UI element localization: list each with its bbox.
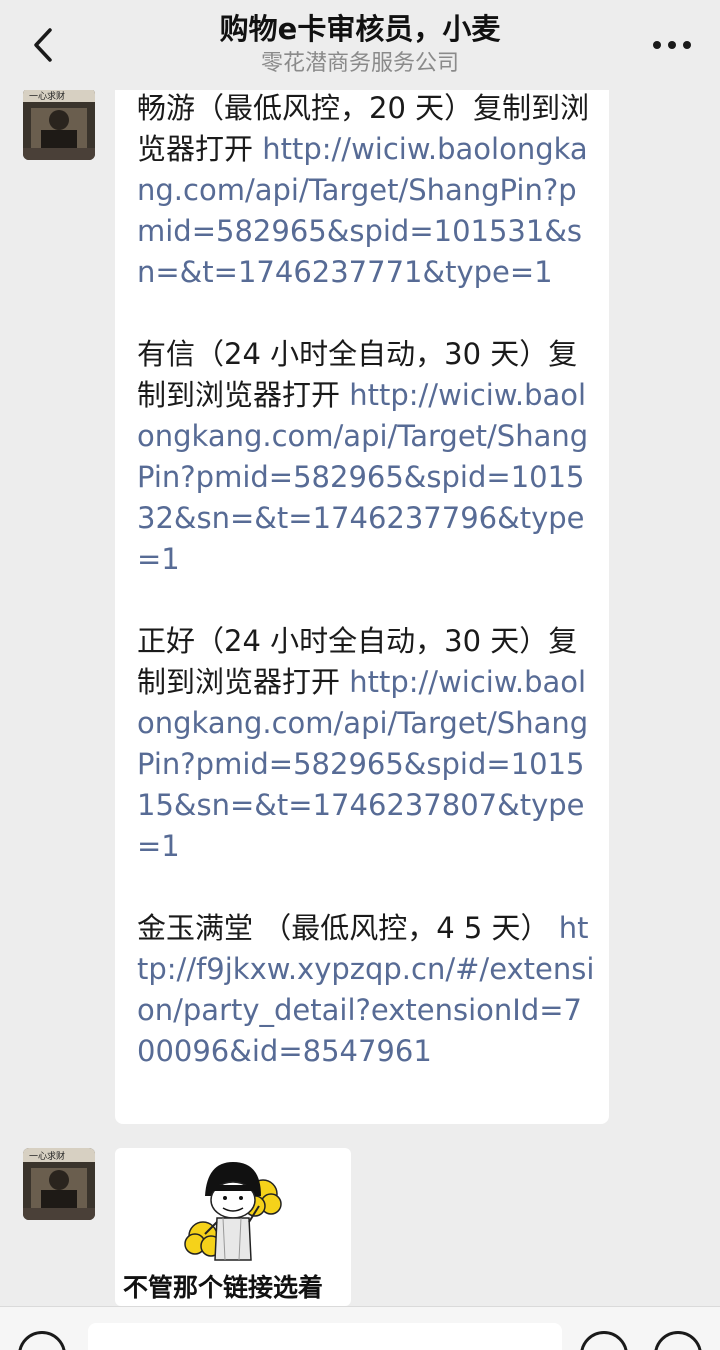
avatar[interactable]: 一心求财 xyxy=(23,90,95,160)
message-paragraph: 金玉满堂 （最低风控，4 5 天） http://f9jkxw.xypzqp.c… xyxy=(137,908,597,1072)
sticker-caption: 不管那个链接选着 xyxy=(123,1273,324,1302)
more-button[interactable] xyxy=(642,20,702,70)
chevron-left-icon xyxy=(34,28,52,62)
more-dots-icon xyxy=(653,41,691,49)
back-button[interactable] xyxy=(18,20,68,70)
message-paragraph: 畅游（最低风控，20 天）复制到浏览器打开 http://wiciw.baolo… xyxy=(137,90,597,293)
input-bar xyxy=(0,1306,720,1350)
chat-header: 购物e卡审核员，小麦 零花潜商务服务公司 xyxy=(0,0,720,90)
voice-button[interactable] xyxy=(18,1331,66,1350)
app-description: 金玉满堂 （最低风控，4 5 天） xyxy=(137,911,550,945)
message-text: 畅游（最低风控，20 天）复制到浏览器打开 http://wiciw.baolo… xyxy=(137,90,597,1072)
cheerleader-sticker-icon xyxy=(184,1162,282,1261)
chat-title: 购物e卡审核员，小麦 xyxy=(219,12,501,46)
svg-text:一心求财: 一心求财 xyxy=(29,1150,65,1162)
sticker-message[interactable]: 不管那个链接选着 xyxy=(115,1148,351,1306)
message-paragraph: 有信（24 小时全自动，30 天）复制到浏览器打开 http://wiciw.b… xyxy=(137,334,597,580)
message-input[interactable] xyxy=(88,1323,562,1350)
emoji-button[interactable] xyxy=(580,1331,628,1350)
title-area: 购物e卡审核员，小麦 零花潜商务服务公司 xyxy=(120,10,600,78)
svg-text:一心求财: 一心求财 xyxy=(29,90,65,102)
chat-subtitle: 零花潜商务服务公司 xyxy=(260,51,459,76)
message-paragraph: 正好（24 小时全自动，30 天）复制到浏览器打开 http://wiciw.b… xyxy=(137,621,597,867)
plus-button[interactable] xyxy=(654,1331,702,1350)
avatar[interactable]: 一心求财 xyxy=(23,1148,95,1220)
chat-area[interactable]: 一心求财 畅游（最低风控，20 天）复制到浏览器打开 http://wiciw.… xyxy=(0,90,720,1306)
